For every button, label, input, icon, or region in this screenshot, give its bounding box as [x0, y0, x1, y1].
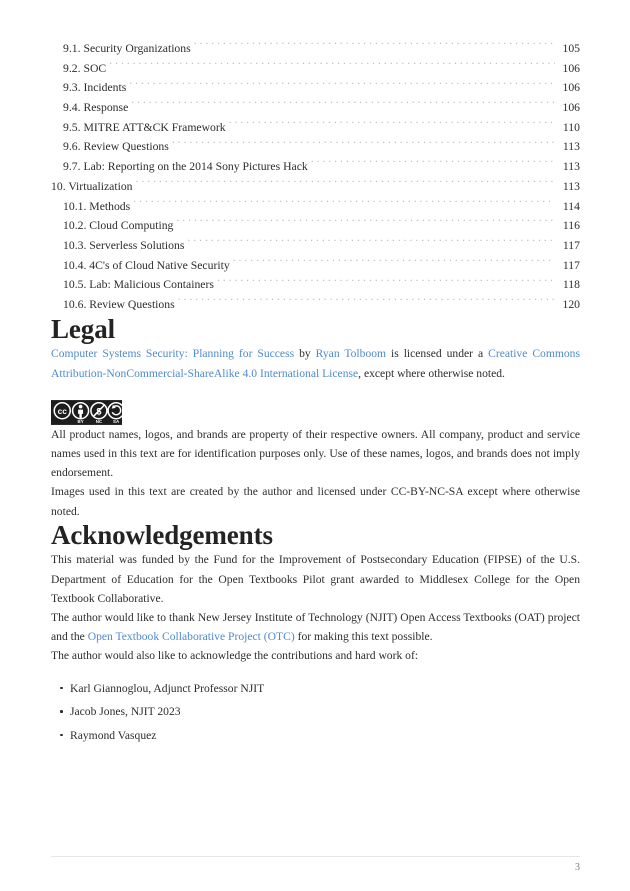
toc-leader-dots: [194, 40, 555, 52]
contributors-list: Karl Giannoglou, Adjunct Professor NJIT J…: [51, 679, 580, 745]
toc-entry-page: 113: [562, 140, 580, 154]
toc-entry-label: 9.2. SOC: [63, 61, 107, 75]
toc-entry-label: 10.5. Lab: Malicious Containers: [63, 278, 214, 292]
contributors-intro: The author would also like to acknowledg…: [51, 649, 419, 663]
contributor-list-item: Raymond Vasquez: [51, 726, 580, 745]
toc-entry-page: 106: [562, 81, 580, 95]
creative-commons-badge-icon[interactable]: cc $ BY NC SA: [51, 399, 122, 425]
cc-label-sa: SA: [113, 419, 120, 424]
toc-entry[interactable]: 9.1. Security Organizations 105: [51, 39, 580, 59]
toc-entry[interactable]: 9.4. Response 106: [51, 98, 580, 118]
toc-entry[interactable]: 10.3. Serverless Solutions 117: [51, 236, 580, 256]
toc-leader-dots: [311, 158, 555, 170]
toc-entry-page: 113: [562, 179, 580, 193]
toc-leader-dots: [136, 178, 555, 190]
thanks-text-after: for making this text possible.: [294, 630, 433, 644]
toc-entry-page: 114: [562, 199, 580, 213]
toc-entry-page: 116: [562, 219, 580, 233]
toc-entry-label: 9.4. Response: [63, 101, 129, 115]
toc-entry[interactable]: 10.1. Methods 114: [51, 197, 580, 217]
toc-entry[interactable]: 10.6. Review Questions 120: [51, 295, 580, 315]
toc-leader-dots: [109, 60, 555, 72]
toc-leader-dots: [172, 138, 555, 150]
toc-entry-page: 106: [562, 61, 580, 75]
toc-entry-page: 120: [562, 297, 580, 311]
toc-entry-page: 113: [562, 160, 580, 174]
toc-entry[interactable]: 10. Virtualization 113: [51, 177, 580, 197]
toc-entry-page: 106: [562, 101, 580, 115]
cc-badge-container: cc $ BY NC SA: [51, 399, 580, 425]
trademark-paragraph: All product names, logos, and brands are…: [51, 427, 580, 480]
toc-leader-dots: [229, 119, 555, 131]
toc-entry-label: 9.7. Lab: Reporting on the 2014 Sony Pic…: [63, 160, 308, 174]
license-mid-text: is licensed under a: [386, 347, 489, 361]
toc-leader-dots: [178, 296, 555, 308]
toc-entry-page: 105: [562, 42, 580, 55]
toc-entry-page: 117: [562, 238, 580, 252]
toc-entry[interactable]: 10.5. Lab: Malicious Containers 118: [51, 275, 580, 295]
cc-label-nc: NC: [96, 419, 103, 424]
toc-entry[interactable]: 10.4. 4C's of Cloud Native Security 117: [51, 256, 580, 276]
toc-entry-label: 10. Virtualization: [51, 179, 133, 193]
toc-entry-label: 9.6. Review Questions: [63, 140, 169, 154]
toc-leader-dots: [129, 79, 555, 91]
thanks-paragraph: The author would like to thank New Jerse…: [51, 608, 580, 646]
toc-entry-label: 10.6. Review Questions: [63, 297, 175, 311]
images-license-paragraph: Images used in this text are created by …: [51, 485, 580, 518]
toc-leader-dots: [176, 217, 555, 229]
page-number: 3: [575, 862, 580, 873]
license-end-text: , except where otherwise noted.: [358, 366, 505, 380]
toc-entry[interactable]: 9.2. SOC 106: [51, 59, 580, 79]
document-page: 9.1. Security Organizations 105 9.2. SOC 10…: [0, 0, 630, 891]
toc-entry-label: 9.5. MITRE ATT&CK Framework: [63, 120, 226, 134]
toc-entry[interactable]: 9.7. Lab: Reporting on the 2014 Sony Pic…: [51, 157, 580, 177]
table-of-contents: 9.1. Security Organizations 105 9.2. SOC 10…: [51, 0, 580, 315]
toc-entry[interactable]: 10.2. Cloud Computing 116: [51, 216, 580, 236]
acknowledgements-heading: Acknowledgements: [51, 519, 273, 550]
toc-entry-page: 118: [562, 278, 580, 292]
toc-entry-label: 10.4. 4C's of Cloud Native Security: [63, 258, 230, 272]
contributor-list-item: Karl Giannoglou, Adjunct Professor NJIT: [51, 679, 580, 698]
contributor-list-item: Jacob Jones, NJIT 2023: [51, 702, 580, 721]
toc-leader-dots: [217, 276, 555, 288]
toc-entry-page: 110: [562, 120, 580, 134]
toc-leader-dots: [131, 99, 555, 111]
book-title-link[interactable]: Computer Systems Security: Planning for …: [51, 347, 294, 360]
legal-heading: Legal: [51, 313, 115, 344]
toc-entry[interactable]: 9.5. MITRE ATT&CK Framework 110: [51, 118, 580, 138]
toc-entry-label: 10.3. Serverless Solutions: [63, 238, 185, 252]
cc-label-by: BY: [78, 419, 84, 424]
toc-entry-page: 117: [562, 258, 580, 272]
license-by-text: by: [294, 347, 316, 361]
otc-project-link[interactable]: Open Textbook Collaborative Project (OTC…: [88, 630, 295, 643]
toc-entry[interactable]: 9.3. Incidents 106: [51, 78, 580, 98]
license-paragraph: Computer Systems Security: Planning for …: [51, 344, 580, 382]
toc-entry-label: 9.1. Security Organizations: [63, 42, 191, 55]
toc-entry[interactable]: 9.6. Review Questions 113: [51, 137, 580, 157]
toc-entry-label: 9.3. Incidents: [63, 81, 127, 95]
toc-entry-label: 10.2. Cloud Computing: [63, 219, 174, 233]
author-link[interactable]: Ryan Tolboom: [316, 347, 386, 360]
footer-divider: [51, 856, 580, 857]
toc-leader-dots: [133, 198, 555, 210]
toc-leader-dots: [187, 237, 555, 249]
toc-leader-dots: [233, 257, 555, 269]
toc-entry-label: 10.1. Methods: [63, 199, 131, 213]
funding-paragraph: This material was funded by the Fund for…: [51, 553, 580, 605]
svg-text:cc: cc: [58, 407, 68, 416]
page-content: 9.1. Security Organizations 105 9.2. SOC 10…: [51, 0, 580, 749]
